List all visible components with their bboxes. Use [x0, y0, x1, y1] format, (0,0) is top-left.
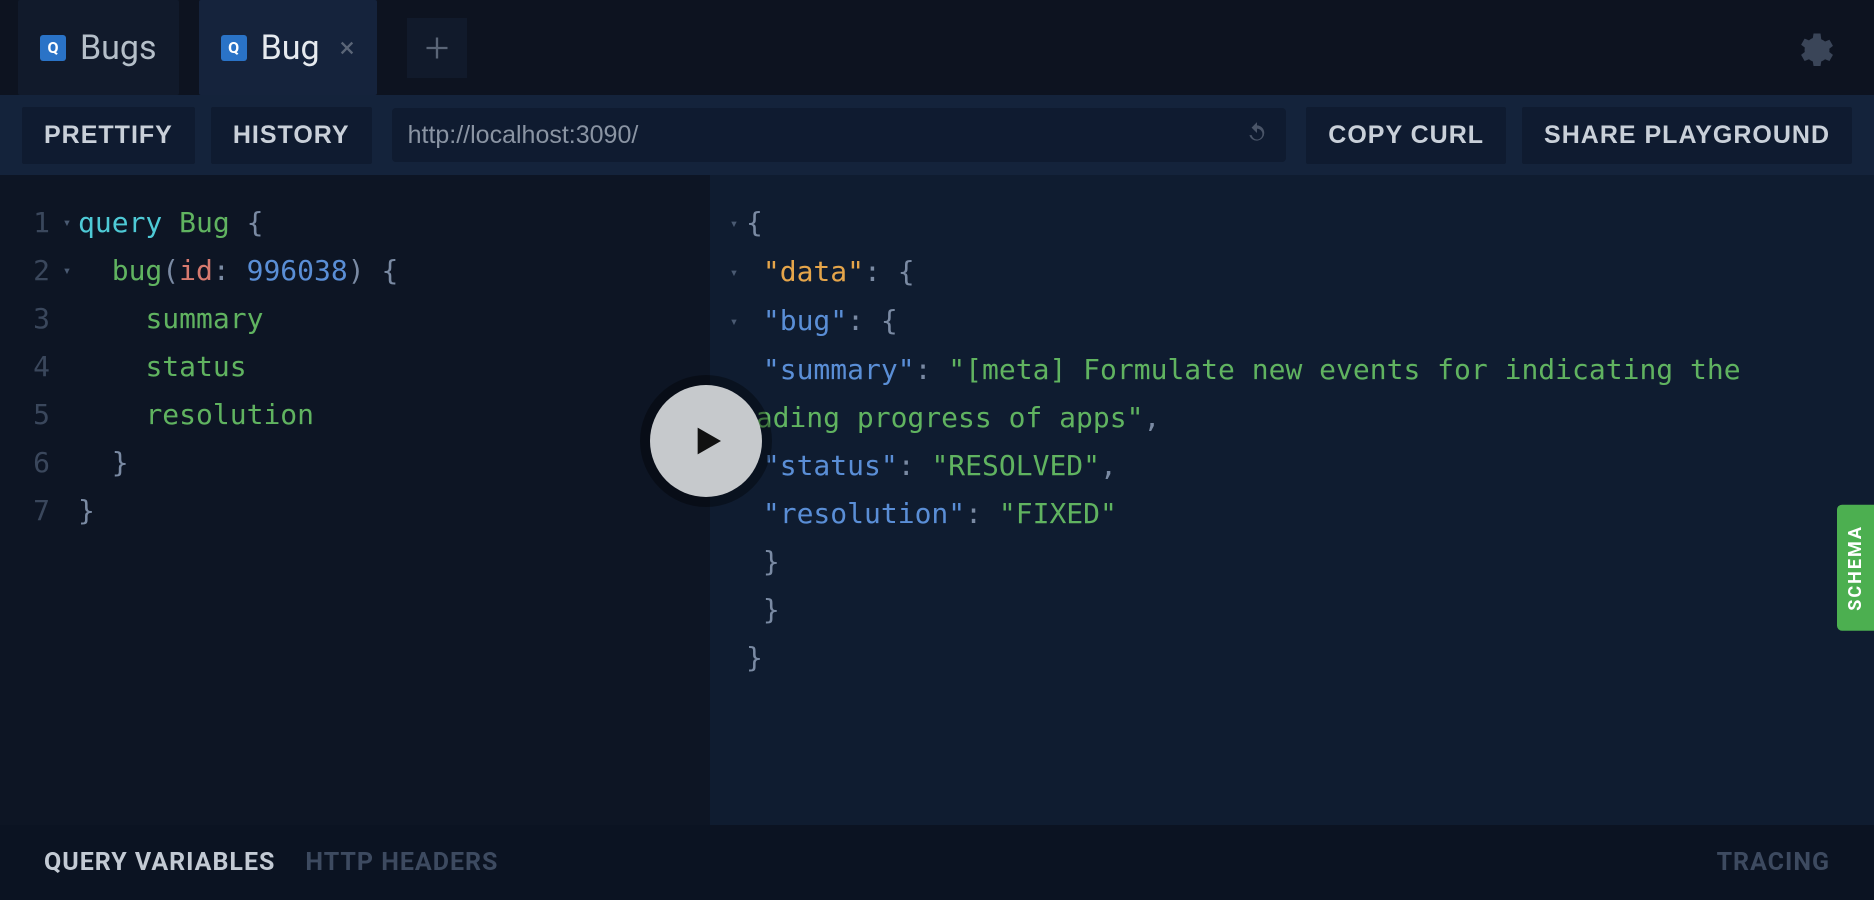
plus-icon [423, 34, 451, 62]
result-line: ▾ "data": { [722, 248, 1846, 297]
code-content: summary [78, 295, 263, 343]
fold-toggle[interactable]: ▾ [56, 199, 78, 247]
editor-line: 7} [8, 487, 694, 535]
result-line: } [722, 586, 1846, 634]
query-badge-icon: Q [221, 35, 247, 61]
close-icon[interactable]: × [340, 31, 355, 64]
fold-toggle [56, 295, 78, 343]
tab-bugs[interactable]: Q Bugs [18, 0, 179, 95]
code-content: bug(id: 996038) { [78, 247, 398, 295]
result-line: "status": "RESOLVED", [722, 442, 1846, 490]
reload-icon [1244, 120, 1270, 146]
line-number: 7 [8, 487, 56, 535]
line-number: 6 [8, 439, 56, 487]
history-button[interactable]: HISTORY [211, 107, 372, 164]
schema-tab[interactable]: SCHEMA [1837, 505, 1874, 631]
result-line: ▾ "bug": { [722, 297, 1846, 346]
run-query-button[interactable] [650, 385, 762, 497]
code-content: } [78, 439, 129, 487]
fold-toggle[interactable]: ▾ [722, 249, 746, 297]
code-content: } [78, 487, 95, 535]
result-line: } [722, 634, 1846, 682]
result-viewer: ▾{▾ "data": {▾ "bug": { "summary": "[met… [710, 175, 1874, 825]
line-number: 2 [8, 247, 56, 295]
result-line: ▾{ [722, 199, 1846, 248]
code-content: resolution [78, 391, 314, 439]
fold-toggle [56, 391, 78, 439]
fold-toggle [56, 439, 78, 487]
fold-toggle[interactable]: ▾ [56, 247, 78, 295]
share-playground-button[interactable]: SHARE PLAYGROUND [1522, 107, 1852, 164]
line-number: 1 [8, 199, 56, 247]
http-headers-tab[interactable]: HTTP HEADERS [305, 848, 498, 877]
editor-line: 6 } [8, 439, 694, 487]
endpoint-url-bar[interactable] [392, 108, 1287, 162]
editor-line: 5 resolution [8, 391, 694, 439]
line-number: 5 [8, 391, 56, 439]
code-content: status [78, 343, 247, 391]
toolbar: PRETTIFY HISTORY COPY CURL SHARE PLAYGRO… [0, 95, 1874, 175]
settings-button[interactable] [1792, 30, 1834, 76]
bottom-bar: QUERY VARIABLES HTTP HEADERS TRACING [0, 825, 1874, 900]
editor-line: 3 summary [8, 295, 694, 343]
reload-button[interactable] [1244, 120, 1270, 150]
fold-toggle[interactable]: ▾ [722, 298, 746, 346]
tab-bar: Q Bugs Q Bug × [0, 0, 1874, 95]
new-tab-button[interactable] [407, 18, 467, 78]
editor-line: 4 status [8, 343, 694, 391]
prettify-button[interactable]: PRETTIFY [22, 107, 195, 164]
line-number: 3 [8, 295, 56, 343]
gear-icon [1792, 30, 1834, 72]
fold-toggle [56, 487, 78, 535]
result-line: "summary": "[meta] Formulate new events … [722, 346, 1846, 442]
result-line: "resolution": "FIXED" [722, 490, 1846, 538]
endpoint-input[interactable] [408, 121, 1245, 150]
result-line: } [722, 538, 1846, 586]
editor-line: 1▾query Bug { [8, 199, 694, 247]
editor-line: 2▾ bug(id: 996038) { [8, 247, 694, 295]
line-number: 4 [8, 343, 56, 391]
copy-curl-button[interactable]: COPY CURL [1306, 107, 1506, 164]
tab-label: Bug [261, 28, 320, 68]
query-badge-icon: Q [40, 35, 66, 61]
main-split: 1▾query Bug {2▾ bug(id: 996038) {3 summa… [0, 175, 1874, 825]
fold-toggle [56, 343, 78, 391]
query-variables-tab[interactable]: QUERY VARIABLES [44, 848, 275, 877]
code-content: query Bug { [78, 199, 263, 247]
play-icon [686, 421, 726, 461]
tab-bug[interactable]: Q Bug × [199, 0, 377, 95]
tab-label: Bugs [80, 28, 157, 68]
fold-toggle[interactable]: ▾ [722, 200, 746, 248]
query-editor[interactable]: 1▾query Bug {2▾ bug(id: 996038) {3 summa… [0, 175, 710, 825]
tracing-tab[interactable]: TRACING [1717, 848, 1830, 877]
